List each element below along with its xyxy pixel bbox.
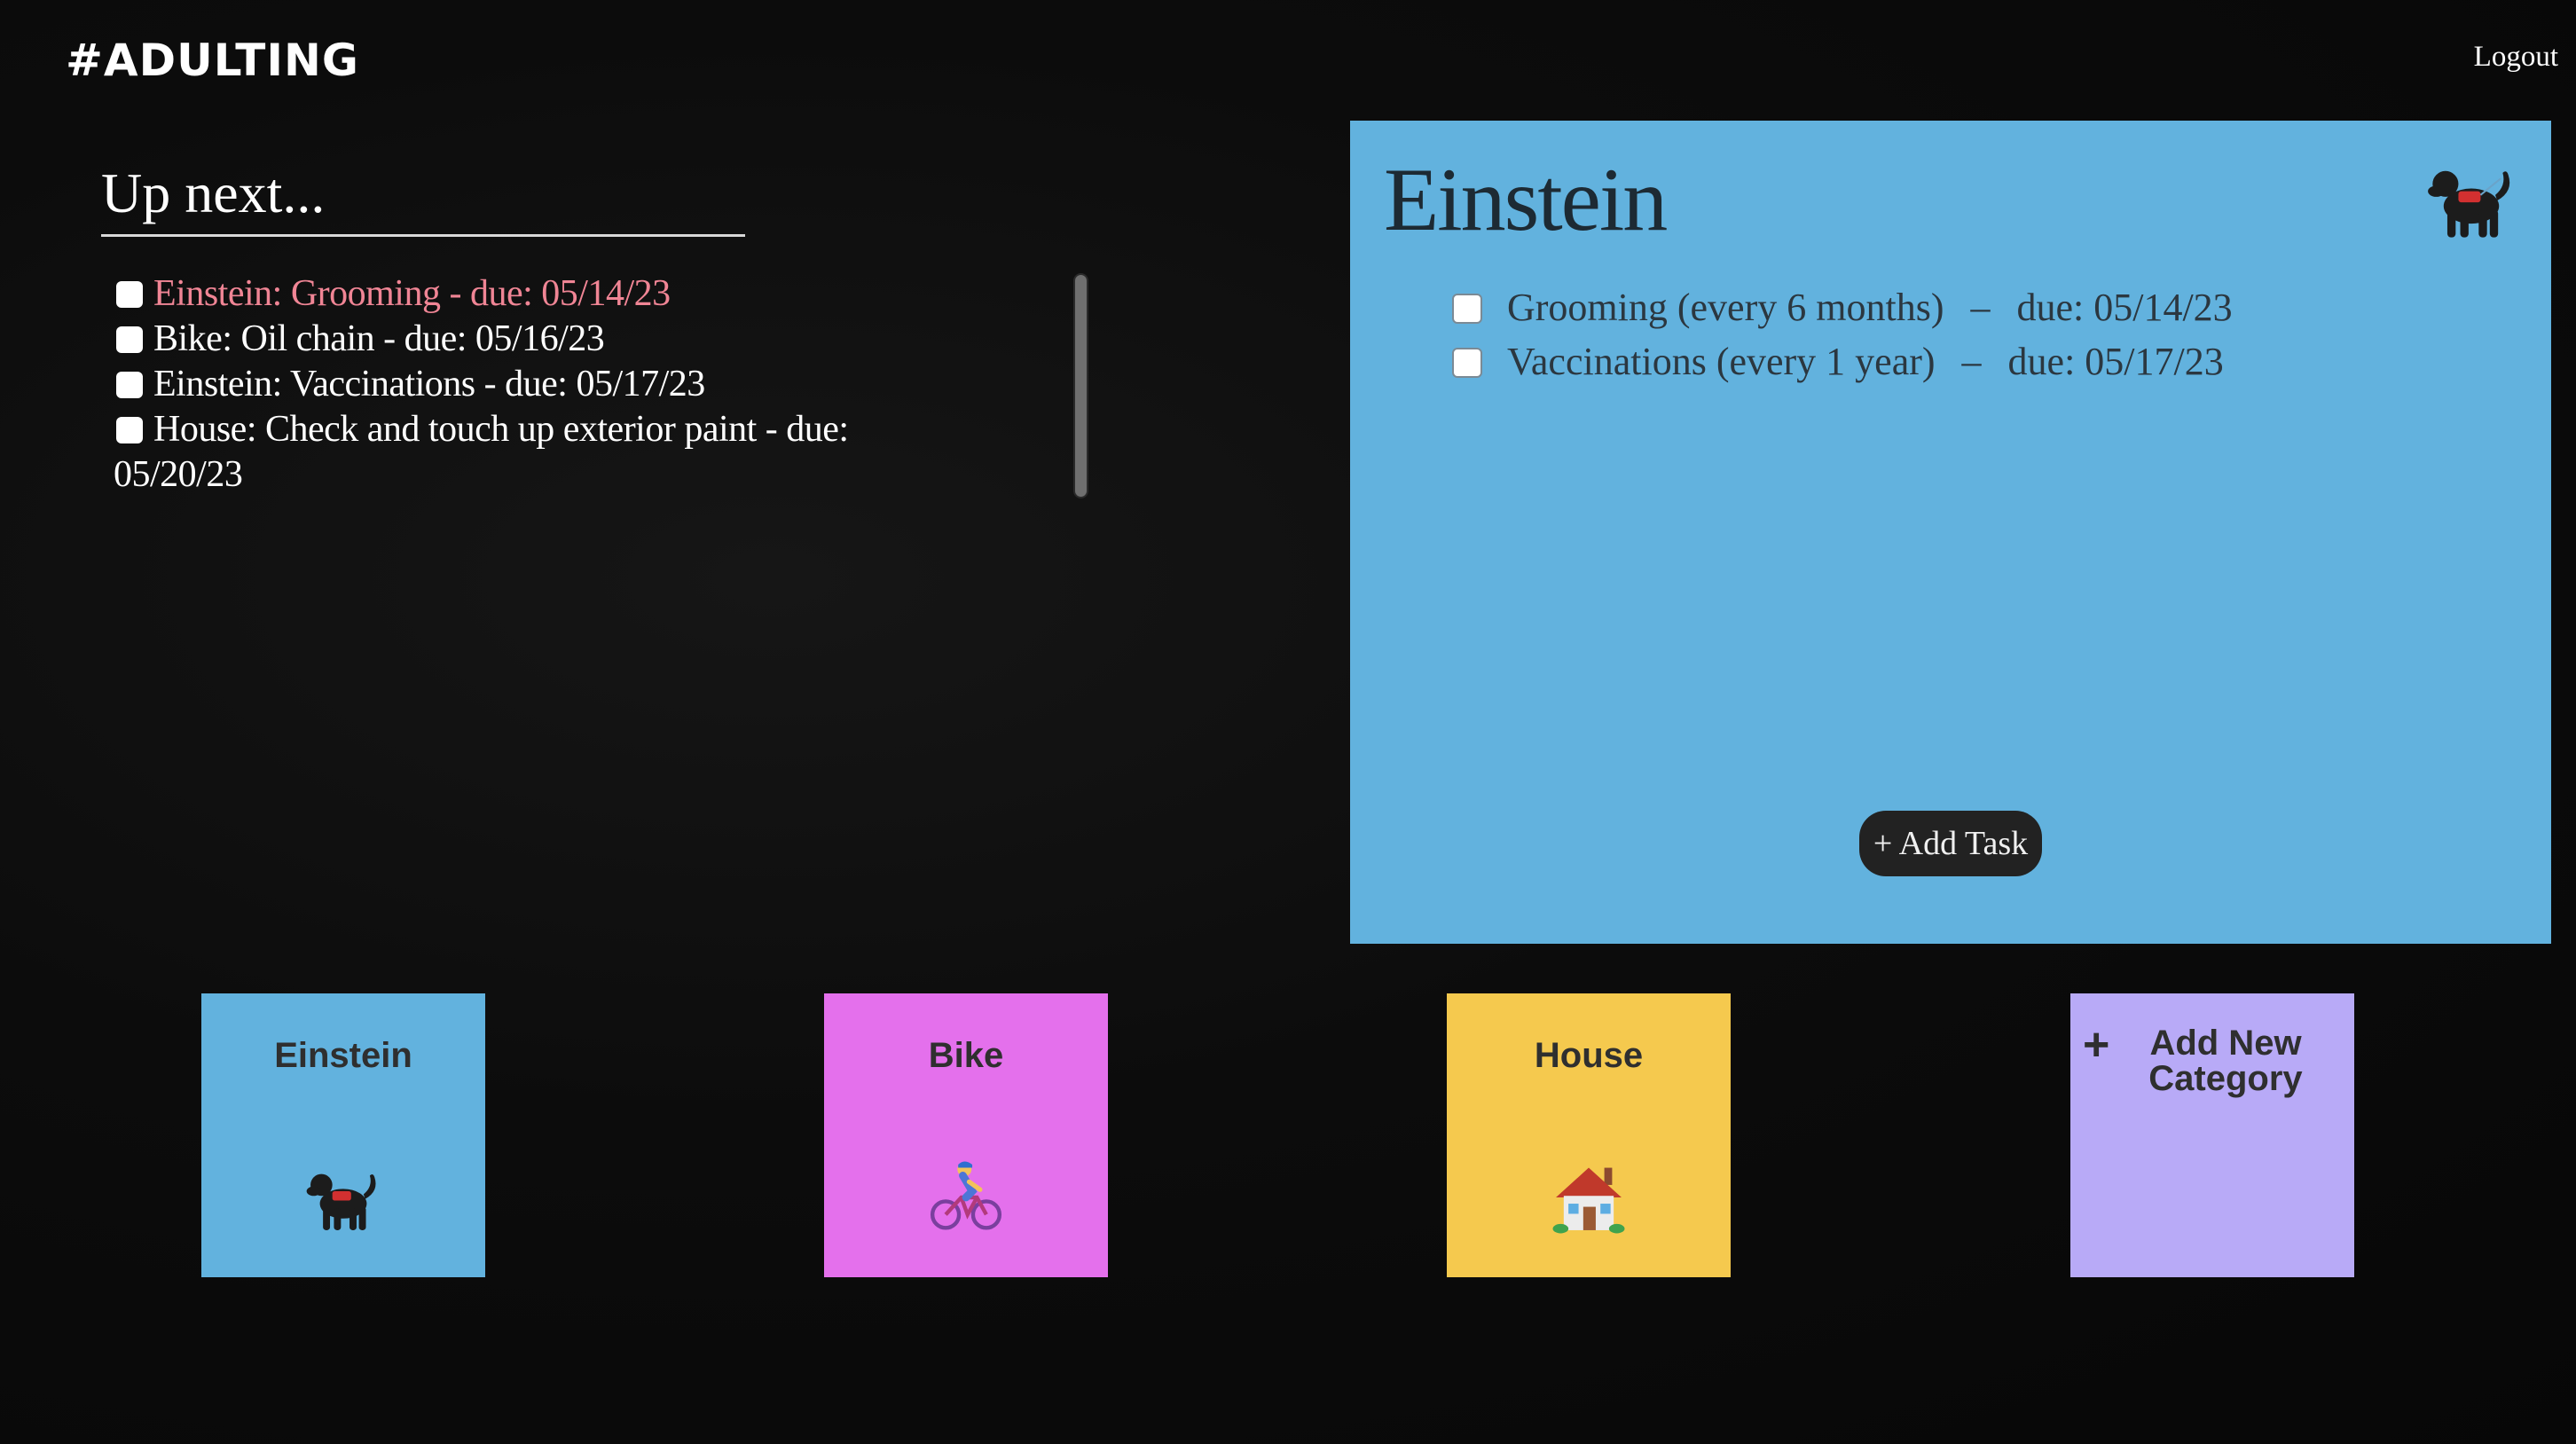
category-card-house[interactable]: House [1447,993,1731,1277]
task-name: Grooming (every 6 months) [1507,286,1944,329]
up-next-item: Einstein: Vaccinations - due: 05/17/23 [114,362,947,407]
category-card-bike[interactable]: Bike [824,993,1108,1277]
task-checkbox[interactable] [116,281,143,308]
category-detail-title: Einstein [1384,150,1668,250]
add-new-category-label: Add New Category [2148,1024,2303,1098]
up-next-scrollbar[interactable] [1073,273,1088,498]
category-task-item: Grooming (every 6 months) – due: 05/14/23 [1449,280,2233,334]
up-next-item-label: House: Check and touch up exterior paint… [114,409,849,495]
category-card-label: Einstein [274,1036,412,1075]
task-name: Vaccinations (every 1 year) [1507,340,1936,383]
task-due-date: due: 05/17/23 [2007,340,2224,383]
up-next-item-label: Einstein: Vaccinations - due: 05/17/23 [153,364,705,404]
plus-icon: + [2083,1019,2110,1071]
category-detail-panel: Einstein Grooming (every 6 months) – due: … [1350,121,2551,944]
cyclist-icon [930,1161,1002,1230]
task-checkbox[interactable] [116,417,143,443]
category-task-item: Vaccinations (every 1 year) – due: 05/17/2… [1449,334,2233,388]
up-next-item: Bike: Oil chain - due: 05/16/23 [114,317,947,362]
category-card-label: House [1534,1036,1644,1075]
app-logo: #ADULTING [66,35,359,86]
task-checkbox[interactable] [1452,348,1482,378]
up-next-item: Einstein: Grooming - due: 05/14/23 [114,271,947,317]
up-next-item-label: Bike: Oil chain - due: 05/16/23 [153,318,605,359]
task-checkbox[interactable] [116,326,143,353]
service-dog-icon [2428,170,2510,238]
up-next-list: Einstein: Grooming - due: 05/14/23 Bike:… [114,271,947,498]
task-due-date: due: 05/14/23 [2016,286,2233,329]
category-card-einstein[interactable]: Einstein [201,993,485,1277]
up-next-item-label: Einstein: Grooming - due: 05/14/23 [153,273,671,314]
up-next-item: House: Check and touch up exterior paint… [114,407,947,498]
logout-link[interactable]: Logout [2474,39,2558,75]
service-dog-icon [306,1173,376,1230]
house-icon [1552,1167,1625,1234]
task-separator: – [1970,286,1991,329]
up-next-heading: Up next... [101,158,745,237]
add-new-category-button[interactable]: + Add New Category [2070,993,2354,1277]
category-card-label: Bike [928,1036,1004,1075]
category-task-list: Grooming (every 6 months) – due: 05/14/23 … [1449,280,2233,388]
task-separator: – [1961,340,1982,383]
task-checkbox[interactable] [1452,294,1482,324]
add-task-button[interactable]: + Add Task [1859,811,2042,876]
task-checkbox[interactable] [116,372,143,398]
